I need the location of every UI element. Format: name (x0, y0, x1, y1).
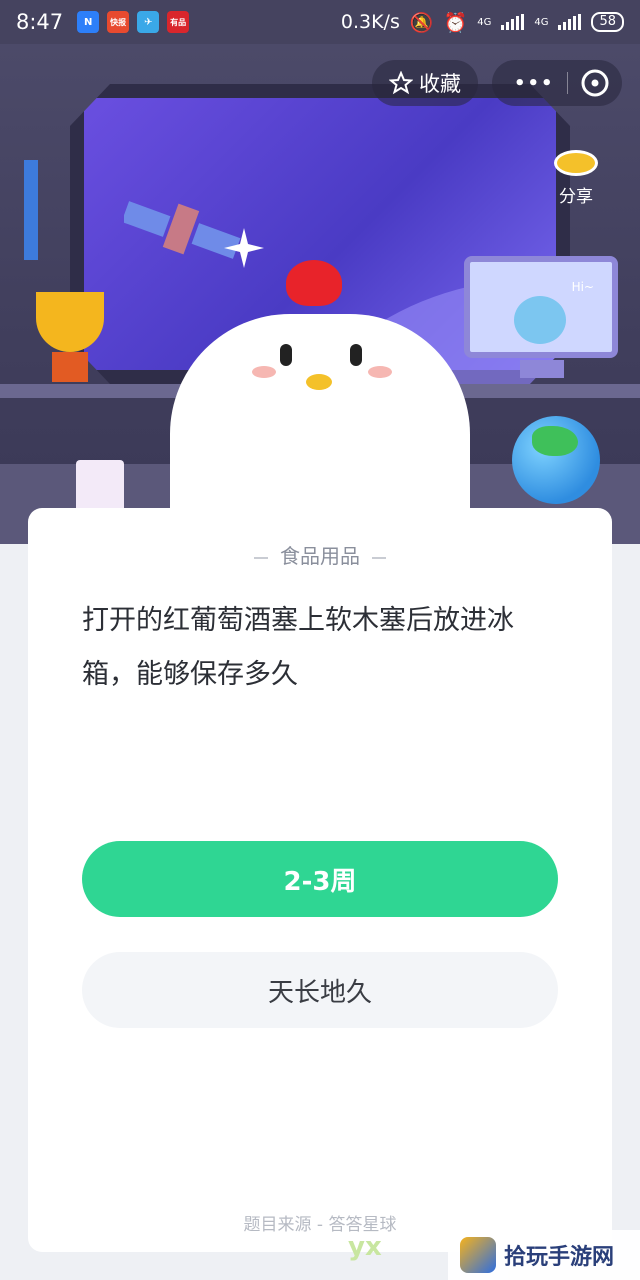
space-room-illustration: Hi~ (0, 44, 640, 544)
answer-option-2[interactable]: 天长地久 (82, 952, 558, 1028)
chick-cheek-right (368, 366, 392, 378)
favorite-label: 收藏 (419, 72, 461, 96)
share-button[interactable]: 分享 (546, 150, 606, 207)
notification-youpin-icon: 有品 (167, 11, 190, 33)
monitor-text: Hi~ (571, 280, 594, 294)
trophy-base (52, 352, 88, 382)
sparkle-icon (224, 228, 264, 268)
signal-icon-2 (558, 14, 582, 30)
watermark-badge: 拾玩手游网 (448, 1230, 640, 1280)
network-type-2: 4G (534, 16, 549, 28)
status-time: 8:47 (16, 10, 64, 34)
battery-indicator: 58 (591, 12, 624, 32)
star-icon (389, 71, 413, 95)
ufo-icon (554, 150, 598, 176)
watermark-text: 拾玩手游网 (504, 1245, 615, 1270)
chick-comb (286, 260, 342, 306)
divider (372, 556, 386, 559)
status-bar: 8:47 N 快报 ✈ 有品 0.3K/s 🔕 ⏰ 4G 4G 58 (0, 0, 640, 44)
chick-eye-left (280, 344, 292, 366)
watermark-logo-icon (460, 1237, 496, 1273)
divider (254, 556, 268, 559)
network-type-1: 4G (477, 16, 492, 28)
watermark-left: yx (348, 1232, 382, 1262)
question-category: 食品用品 (28, 540, 612, 569)
net-speed: 0.3K/s (340, 11, 400, 33)
mute-icon: 🔕 (409, 11, 434, 34)
favorite-button[interactable]: 收藏 (372, 60, 478, 106)
chick-eye-right (350, 344, 362, 366)
mug-icon (76, 460, 124, 512)
chick-cheek-left (252, 366, 276, 378)
globe-icon (512, 416, 600, 504)
answer-option-1[interactable]: 2-3周 (82, 841, 558, 917)
status-right: 0.3K/s 🔕 ⏰ 4G 4G 58 (341, 11, 624, 34)
signal-icon (501, 14, 525, 30)
close-icon[interactable] (580, 68, 610, 98)
monitor-icon: Hi~ (464, 256, 618, 358)
mini-program-capsule: ••• (492, 60, 622, 106)
monitor-stand (520, 360, 564, 378)
notification-telegram-icon: ✈ (137, 11, 160, 33)
app-screen: 8:47 N 快报 ✈ 有品 0.3K/s 🔕 ⏰ 4G 4G 58 Hi~ 收… (0, 0, 640, 1280)
chick-beak (306, 374, 332, 390)
capsule-divider (566, 72, 568, 94)
category-label: 食品用品 (280, 544, 360, 568)
more-button[interactable]: ••• (514, 73, 555, 94)
notification-news-icon: 快报 (107, 11, 130, 33)
alien-icon (514, 296, 566, 344)
alarm-icon: ⏰ (443, 11, 468, 34)
notification-app-icon: N (77, 11, 100, 33)
share-label: 分享 (559, 187, 593, 207)
question-card: 食品用品 打开的红葡萄酒塞上软木塞后放进冰箱，能够保存多久 2-3周 天长地久 … (28, 508, 612, 1252)
medal-icon (24, 160, 38, 260)
question-text: 打开的红葡萄酒塞上软木塞后放进冰箱，能够保存多久 (82, 605, 514, 690)
